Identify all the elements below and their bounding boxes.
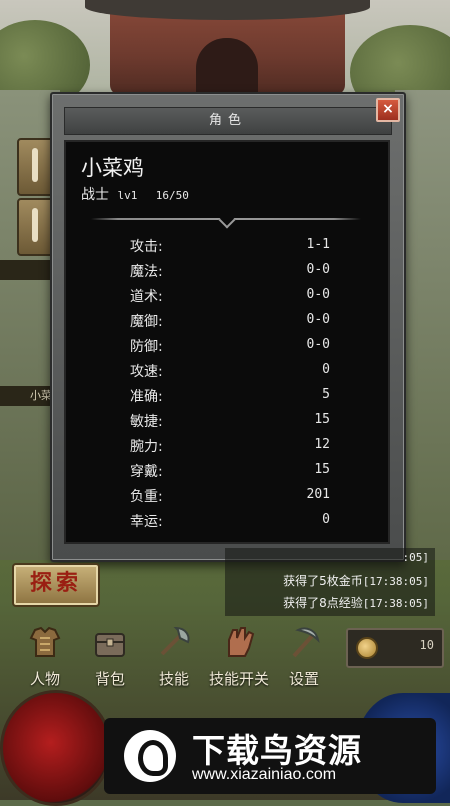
log-text: 获得了8点经验 bbox=[283, 596, 363, 610]
stat-value: 0-0 bbox=[306, 312, 330, 327]
character-info: 战士 lv1 16/50 bbox=[81, 184, 189, 204]
pickaxe-icon bbox=[292, 627, 320, 658]
stat-label: 魔御: bbox=[130, 314, 163, 330]
stat-row: 腕力: 12 bbox=[66, 434, 388, 459]
stat-label: 腕力: bbox=[130, 439, 163, 455]
stat-row: 负重: 201 bbox=[66, 484, 388, 509]
stat-row: 攻击: 1-1 bbox=[66, 234, 388, 259]
bird-logo-icon bbox=[124, 730, 176, 782]
stat-value: 1-1 bbox=[306, 237, 330, 252]
stat-value: 5 bbox=[322, 387, 330, 402]
stat-row: 魔御: 0-0 bbox=[66, 309, 388, 334]
stat-value: 0 bbox=[322, 362, 330, 377]
temple-building bbox=[85, 0, 370, 95]
message-log: :05] 获得了5枚金币[17:38:05] 获得了8点经验[17:38:05] bbox=[225, 548, 435, 616]
attack-orb[interactable] bbox=[0, 690, 112, 806]
watermark-title: 下载鸟资源 bbox=[192, 731, 362, 770]
coin-counter: 10 bbox=[346, 628, 444, 668]
log-line: 获得了5枚金币[17:38:05] bbox=[283, 572, 429, 589]
dialog-title: 角色 bbox=[64, 107, 392, 135]
stat-row: 道术: 0-0 bbox=[66, 284, 388, 309]
stat-label: 准确: bbox=[130, 389, 163, 405]
stat-label: 负重: bbox=[130, 489, 163, 505]
glove-icon bbox=[228, 627, 255, 657]
stat-label: 攻击: bbox=[130, 239, 163, 255]
chest-icon bbox=[95, 633, 125, 657]
stat-value: 0-0 bbox=[306, 287, 330, 302]
character-name: 小菜鸡 bbox=[81, 156, 144, 180]
log-time: [17:38:05] bbox=[362, 575, 429, 588]
log-line: 获得了8点经验[17:38:05] bbox=[283, 594, 429, 611]
character-level: lv1 bbox=[117, 189, 138, 202]
menu-label: 技能 bbox=[158, 670, 189, 688]
menu-skill-toggle[interactable]: 技能开关 bbox=[207, 624, 271, 690]
log-timestamp: :05] bbox=[403, 550, 430, 564]
menu-label: 技能开关 bbox=[208, 670, 269, 688]
watermark-banner: 下载鸟资源 www.xiazainiao.com bbox=[104, 718, 436, 794]
armor-icon bbox=[29, 626, 61, 657]
stat-value: 12 bbox=[314, 437, 330, 452]
paper-icon bbox=[32, 208, 38, 242]
menu-skill[interactable]: 技能 bbox=[142, 624, 206, 690]
stat-row: 穿戴: 15 bbox=[66, 459, 388, 484]
menu-label: 背包 bbox=[94, 670, 125, 688]
stat-row: 准确: 5 bbox=[66, 384, 388, 409]
log-time: [17:38:05] bbox=[362, 597, 429, 610]
stat-value: 15 bbox=[314, 462, 330, 477]
stat-value: 0 bbox=[322, 512, 330, 527]
menu-character[interactable]: 人物 bbox=[13, 624, 77, 690]
stat-value: 0-0 bbox=[306, 262, 330, 277]
explore-button[interactable]: 探索 bbox=[12, 563, 100, 607]
stat-label: 防御: bbox=[130, 339, 163, 355]
character-panel: 小菜鸡 战士 lv1 16/50 攻击: 1-1 魔法: 0-0 道术: 0-0 魔御… bbox=[64, 140, 390, 544]
menu-label: 设置 bbox=[288, 670, 319, 688]
side-label-bar bbox=[0, 260, 55, 280]
stat-row: 防御: 0-0 bbox=[66, 334, 388, 359]
character-dialog: 角色 × 小菜鸡 战士 lv1 16/50 攻击: 1-1 魔法: 0-0 道术: 0… bbox=[50, 92, 406, 562]
scroll-icon bbox=[32, 148, 38, 182]
log-time: :05] bbox=[402, 551, 430, 564]
close-button[interactable]: × bbox=[376, 98, 400, 122]
stat-label: 穿戴: bbox=[130, 464, 163, 480]
temple-door bbox=[196, 38, 258, 95]
coin-value: 10 bbox=[419, 638, 434, 652]
stat-label: 敏捷: bbox=[130, 414, 163, 430]
stat-value: 201 bbox=[306, 487, 330, 502]
stat-value: 0-0 bbox=[306, 337, 330, 352]
character-class: 战士 bbox=[81, 187, 109, 203]
menu-bag[interactable]: 背包 bbox=[78, 624, 142, 690]
stat-label: 幸运: bbox=[130, 514, 163, 530]
menu-label: 人物 bbox=[29, 670, 60, 688]
stat-row: 攻速: 0 bbox=[66, 359, 388, 384]
coin-icon bbox=[356, 637, 378, 659]
stat-label: 魔法: bbox=[130, 264, 163, 280]
ornament-divider bbox=[91, 215, 361, 223]
stat-row: 幸运: 0 bbox=[66, 509, 388, 534]
axe-icon bbox=[160, 626, 190, 656]
menu-settings[interactable]: 设置 bbox=[272, 624, 336, 690]
stat-label: 攻速: bbox=[130, 364, 163, 380]
log-text: 获得了5枚金币 bbox=[283, 574, 363, 588]
temple-roof bbox=[85, 0, 370, 20]
stat-row: 魔法: 0-0 bbox=[66, 259, 388, 284]
character-exp: 16/50 bbox=[155, 189, 189, 202]
stats-list: 攻击: 1-1 魔法: 0-0 道术: 0-0 魔御: 0-0 防御: 0-0 攻速: 0 … bbox=[66, 234, 388, 534]
stat-value: 15 bbox=[314, 412, 330, 427]
watermark-url: www.xiazainiao.com bbox=[192, 766, 337, 783]
stat-label: 道术: bbox=[130, 289, 163, 305]
stat-row: 敏捷: 15 bbox=[66, 409, 388, 434]
side-player-label: 小菜 bbox=[0, 386, 55, 406]
